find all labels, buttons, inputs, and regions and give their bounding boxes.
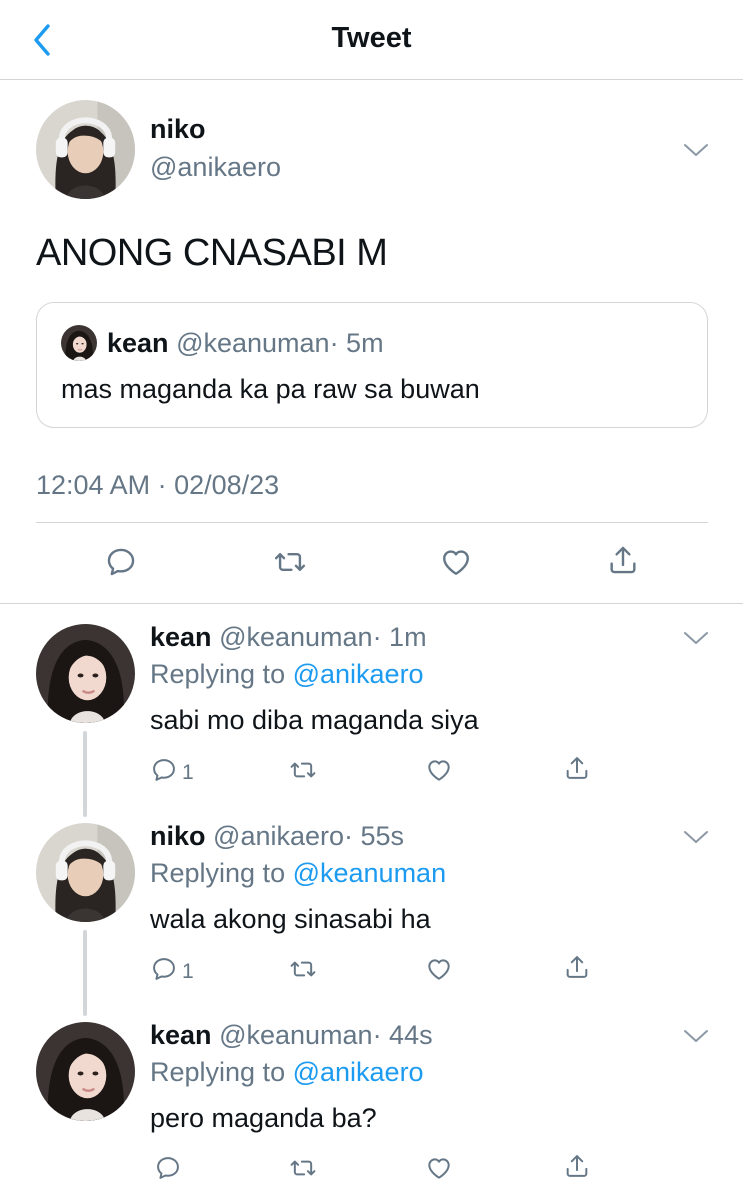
- reply-button[interactable]: [150, 955, 178, 988]
- retweet-arrows-icon: [288, 756, 318, 784]
- divider: [36, 522, 708, 523]
- top-bar: Tweet: [0, 0, 743, 80]
- divider: [0, 603, 743, 604]
- retweet-arrows-icon: [288, 955, 318, 983]
- share-arrow-icon: [563, 754, 591, 782]
- avatar[interactable]: [36, 1022, 135, 1121]
- author-handle[interactable]: @anikaero: [213, 821, 344, 851]
- replying-to-label: Replying to: [150, 1057, 293, 1087]
- chevron-down-icon[interactable]: [683, 142, 709, 158]
- quote-header: kean @keanuman· 5m: [107, 328, 384, 359]
- author-name[interactable]: niko: [150, 821, 206, 851]
- retweet-button[interactable]: [288, 955, 318, 988]
- retweet-button[interactable]: [288, 756, 318, 789]
- author-name[interactable]: kean: [150, 622, 212, 652]
- reply-time: · 44s: [372, 1020, 433, 1050]
- replying-to: Replying to @anikaero: [150, 659, 424, 690]
- share-button[interactable]: [563, 1152, 591, 1185]
- author-handle[interactable]: @anikaero: [150, 152, 281, 183]
- share-button[interactable]: [563, 953, 591, 986]
- chevron-down-icon[interactable]: [683, 1028, 709, 1044]
- share-button[interactable]: [606, 543, 640, 582]
- reply-text: pero maganda ba?: [150, 1103, 377, 1133]
- chevron-down-icon[interactable]: [683, 829, 709, 845]
- like-button[interactable]: [425, 1154, 453, 1187]
- avatar: [61, 325, 97, 361]
- reply-button[interactable]: [154, 1154, 182, 1187]
- tweet-timestamp: 12:04 AM · 02/08/23: [36, 470, 280, 500]
- reply-count: 1: [182, 960, 194, 983]
- heart-icon: [425, 1154, 453, 1182]
- reply-header: kean @keanuman· 44s: [150, 1020, 433, 1051]
- tweet-text: ANONG CNASABI M: [36, 232, 388, 274]
- avatar[interactable]: [36, 100, 135, 199]
- reply-button[interactable]: [104, 545, 138, 584]
- replying-to-label: Replying to: [150, 659, 293, 689]
- quoted-tweet[interactable]: kean @keanuman· 5m mas maganda ka pa raw…: [36, 302, 708, 428]
- avatar[interactable]: [36, 823, 135, 922]
- share-button[interactable]: [563, 754, 591, 787]
- mention-link[interactable]: @anikaero: [293, 1057, 424, 1087]
- avatar[interactable]: [36, 624, 135, 723]
- quote-time: · 5m: [329, 328, 384, 358]
- share-arrow-icon: [563, 953, 591, 981]
- author-name[interactable]: niko: [150, 114, 206, 145]
- reply-header: niko @anikaero· 55s: [150, 821, 404, 852]
- mention-link[interactable]: @keanuman: [293, 858, 447, 888]
- mention-link[interactable]: @anikaero: [293, 659, 424, 689]
- author-handle[interactable]: @keanuman: [219, 622, 373, 652]
- heart-icon: [439, 545, 473, 579]
- thread-connector: [83, 930, 87, 1016]
- retweet-arrows-icon: [288, 1154, 318, 1182]
- replying-to-label: Replying to: [150, 858, 293, 888]
- author-handle[interactable]: @keanuman: [219, 1020, 373, 1050]
- quote-text: mas maganda ka pa raw sa buwan: [61, 374, 480, 404]
- like-button[interactable]: [425, 756, 453, 789]
- like-button[interactable]: [425, 955, 453, 988]
- reply-time: · 55s: [344, 821, 405, 851]
- replying-to: Replying to @keanuman: [150, 858, 446, 889]
- retweet-button[interactable]: [288, 1154, 318, 1187]
- heart-icon: [425, 756, 453, 784]
- like-button[interactable]: [439, 545, 473, 584]
- replying-to: Replying to @anikaero: [150, 1057, 424, 1088]
- share-arrow-icon: [606, 543, 640, 577]
- author-name[interactable]: kean: [150, 1020, 212, 1050]
- speech-bubble-icon: [154, 1154, 182, 1182]
- reply-time: · 1m: [372, 622, 427, 652]
- reply-text: wala akong sinasabi ha: [150, 904, 431, 934]
- retweet-button[interactable]: [272, 545, 308, 584]
- heart-icon: [425, 955, 453, 983]
- speech-bubble-icon: [150, 955, 178, 983]
- speech-bubble-icon: [150, 756, 178, 784]
- reply-header: kean @keanuman· 1m: [150, 622, 427, 653]
- quote-author-handle: @keanuman: [176, 328, 330, 358]
- speech-bubble-icon: [104, 545, 138, 579]
- reply-button[interactable]: [150, 756, 178, 789]
- thread-connector: [83, 731, 87, 817]
- quote-author-name: kean: [107, 328, 169, 358]
- page-title: Tweet: [331, 22, 412, 54]
- retweet-arrows-icon: [272, 545, 308, 579]
- reply-text: sabi mo diba maganda siya: [150, 705, 479, 735]
- reply-count: 1: [182, 761, 194, 784]
- share-arrow-icon: [563, 1152, 591, 1180]
- chevron-down-icon[interactable]: [683, 630, 709, 646]
